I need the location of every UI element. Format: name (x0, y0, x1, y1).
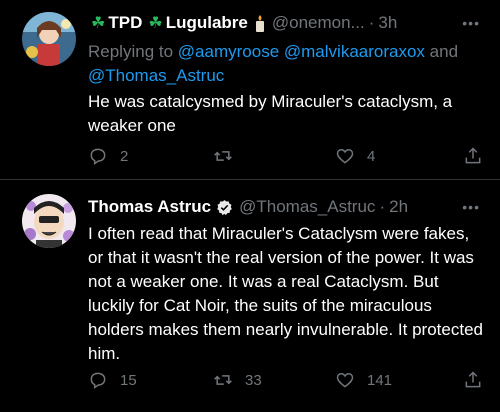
display-name[interactable]: Thomas Astruc (88, 197, 233, 217)
tweet-header: Thomas Astruc @Thomas_Astruc · 2h ••• (88, 196, 480, 218)
reply-icon (90, 148, 106, 165)
like-count: 141 (367, 371, 393, 389)
reply-count: 15 (120, 371, 137, 389)
heart-icon (336, 148, 354, 164)
timestamp[interactable]: 3h (378, 13, 397, 33)
avatar[interactable] (22, 194, 76, 248)
like-count: 4 (367, 147, 376, 165)
heart-icon (336, 372, 354, 388)
mention-link[interactable]: @malvikaaroraxox (284, 42, 425, 61)
reply-count: 2 (120, 147, 129, 165)
reply-button[interactable]: 2 (88, 146, 213, 166)
timestamp[interactable]: 2h (389, 197, 408, 217)
retweet-icon (214, 151, 232, 161)
verified-badge-icon (217, 199, 232, 215)
share-button[interactable] (463, 146, 483, 166)
retweet-button[interactable]: 33 (213, 370, 335, 390)
handle[interactable]: @onemon... (272, 13, 365, 33)
share-icon (465, 371, 481, 388)
candle-icon (255, 15, 264, 32)
tweet-text: I often read that Miraculer's Cataclysm … (88, 224, 483, 363)
retweet-button[interactable] (213, 146, 335, 166)
mention-link[interactable]: @aamyroose (178, 42, 279, 61)
reply-button[interactable]: 15 (88, 370, 213, 390)
action-bar: 2 4 (88, 146, 483, 166)
like-button[interactable]: 4 (335, 146, 463, 166)
tweet-text: He was catalcysmed by Miraculer's catacl… (88, 92, 453, 135)
tweet-2[interactable]: Thomas Astruc @Thomas_Astruc · 2h ••• I … (0, 180, 500, 412)
separator-dot: · (368, 13, 375, 32)
share-button[interactable] (463, 370, 483, 390)
replying-to: Replying to @aamyroose @malvikaaroraxox … (88, 42, 459, 85)
handle[interactable]: @Thomas_Astruc (239, 197, 375, 217)
share-icon (465, 147, 481, 164)
reply-icon (90, 372, 106, 389)
avatar[interactable] (22, 12, 76, 66)
separator-dot: · (379, 197, 386, 216)
leaf-emoji-icon: ☘ (148, 15, 163, 32)
avatar-image (22, 12, 76, 66)
leaf-emoji-icon: ☘ (91, 15, 106, 32)
tweet-header: ☘ TPD ☘ Lugulabre @onemon... · 3h ••• (88, 12, 480, 34)
retweet-icon (214, 375, 232, 385)
more-options-icon[interactable]: ••• (462, 15, 480, 31)
more-options-icon[interactable]: ••• (462, 199, 480, 215)
retweet-count: 33 (245, 371, 262, 389)
avatar-image (22, 194, 76, 248)
display-name[interactable]: ☘ TPD ☘ Lugulabre (88, 13, 266, 33)
like-button[interactable]: 141 (335, 370, 463, 390)
action-bar: 15 33 141 (88, 370, 483, 390)
mention-link[interactable]: @Thomas_Astruc (88, 66, 224, 85)
tweet-1[interactable]: ☘ TPD ☘ Lugulabre @onemon... · 3h ••• Re… (0, 0, 500, 179)
